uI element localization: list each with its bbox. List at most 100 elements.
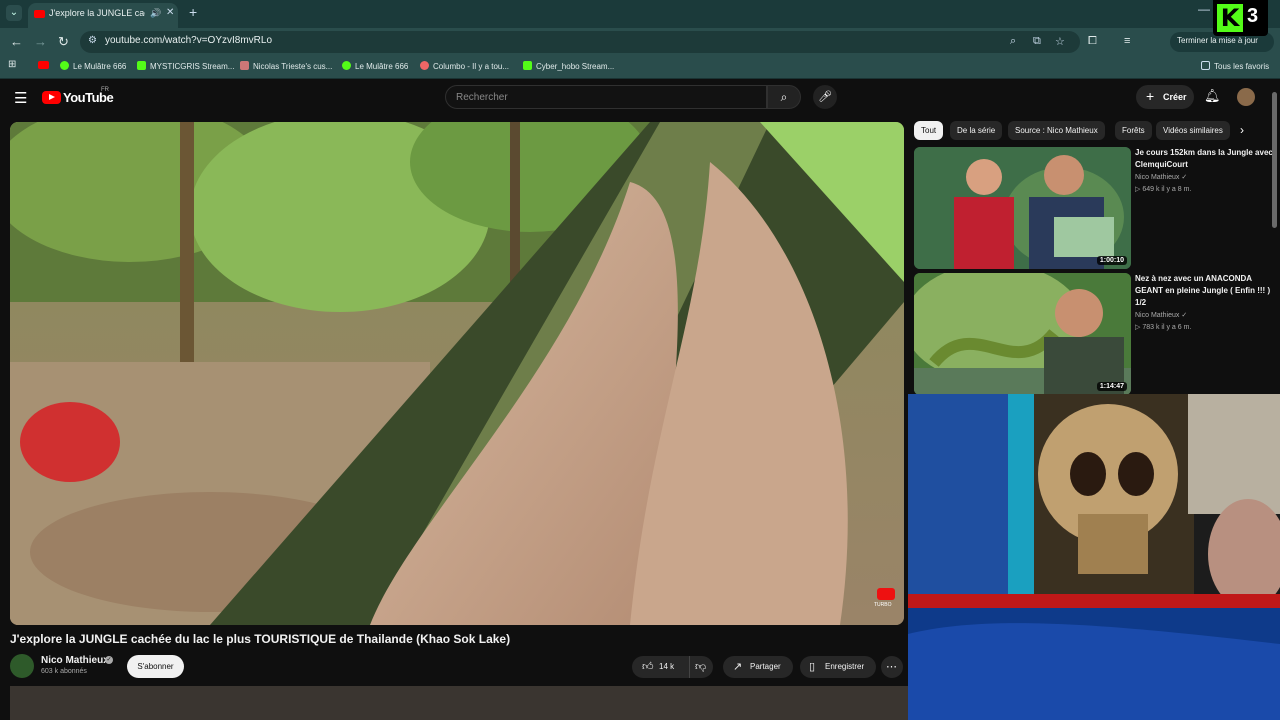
like-dislike-group: 👍︎ 14 k 👎︎ <box>632 656 713 678</box>
video-frame <box>10 122 904 625</box>
recommendation-thumbnail[interactable]: 1:00:10 <box>914 147 1131 269</box>
address-bar[interactable]: ⚙ youtube.com/watch?v=OYzvI8mvRLo ⌕ ⧉ ☆ <box>80 31 1080 53</box>
youtube-header: ☰ YouTube FR ⌕ 🎤︎ + Créer 🔔︎ <box>0 80 1280 116</box>
all-bookmarks[interactable]: Tous les favoris <box>1201 61 1269 71</box>
speaker-icon[interactable]: 🔊 <box>150 8 161 19</box>
bookmark-item[interactable]: Nicolas Trieste's cus... <box>240 61 332 71</box>
url-text[interactable]: youtube.com/watch?v=OYzvI8mvRLo <box>105 35 272 46</box>
share-button[interactable]: ↗ Partager <box>723 656 793 678</box>
share-label: Partager <box>750 662 781 671</box>
close-icon[interactable]: ✕ <box>166 7 174 18</box>
account-avatar[interactable] <box>1237 88 1255 106</box>
youtube-logo-icon[interactable] <box>42 91 61 104</box>
channel-watermark-icon[interactable] <box>877 588 895 600</box>
bookmark-item[interactable]: Columbo - Il y a tou... <box>420 61 509 71</box>
chip-source[interactable]: Source : Nico Mathieux <box>1008 121 1105 140</box>
bookmark-item[interactable]: Le Mulâtre 666 <box>60 61 126 71</box>
search-button[interactable]: ⌕ <box>767 85 801 109</box>
recommendation-thumbnail[interactable]: 1:14:47 <box>914 273 1131 395</box>
thumbnail-image <box>914 147 1131 269</box>
zoom-icon[interactable]: ⌕ <box>1010 35 1016 48</box>
kick-icon <box>137 61 146 70</box>
browser-toolbar: ← → ↻ ⚙ youtube.com/watch?v=OYzvI8mvRLo … <box>0 28 1280 76</box>
verified-check-icon: ✓ <box>105 656 113 664</box>
save-label: Enregistrer <box>825 662 865 671</box>
bookmark-item[interactable]: Le Mulâtre 666 <box>342 61 408 71</box>
recommendation-meta: ▷ 783 k il y a 6 m. <box>1135 323 1191 331</box>
subscribe-button[interactable]: S'abonner <box>127 655 184 678</box>
menu-icon[interactable]: ☰ <box>14 89 27 107</box>
like-count[interactable]: 14 k <box>659 662 674 671</box>
media-controls-icon[interactable]: ≡ <box>1124 35 1130 47</box>
chip-all[interactable]: Tout <box>914 121 944 140</box>
divider <box>689 656 690 678</box>
minimize-window-button[interactable]: — <box>1198 2 1210 16</box>
chevron-right-icon[interactable]: › <box>1240 123 1244 137</box>
recommendation-title[interactable]: Je cours 152km dans la Jungle avec Clemq… <box>1135 147 1275 171</box>
like-icon[interactable]: 👍︎ <box>642 660 654 673</box>
new-tab-button[interactable]: + <box>189 4 197 20</box>
browser-tabstrip: ⌄ J'explore la JUNGLE cachée 🔊 ✕ + — <box>0 0 1280 28</box>
all-bookmarks-label: Tous les favoris <box>1214 62 1270 71</box>
search-icon: ⌕ <box>780 90 788 104</box>
below-player-preview <box>10 686 908 720</box>
apps-grid-icon[interactable]: ⊞ <box>8 59 16 70</box>
recommendation-channel[interactable]: Nico Mathieux ✓ <box>1135 173 1187 181</box>
bookmark-item[interactable]: Cyber_hobo Stream... <box>523 61 614 71</box>
search-input[interactable] <box>446 86 766 108</box>
create-label: Créer <box>1163 92 1187 102</box>
channel-name[interactable]: Nico Mathieux <box>41 655 109 666</box>
recommendation-channel[interactable]: Nico Mathieux ✓ <box>1135 311 1187 319</box>
chip-forests[interactable]: Forêts <box>1115 121 1152 140</box>
folder-icon <box>1201 61 1210 70</box>
more-actions-button[interactable]: ⋯ <box>881 656 903 678</box>
notifications-bell-icon[interactable]: 🔔︎ <box>1204 88 1221 104</box>
bookmark-label: Cyber_hobo Stream... <box>536 62 615 71</box>
save-button[interactable]: ▯ Enregistrer <box>800 656 876 678</box>
verified-check-icon: ✓ <box>1181 312 1188 319</box>
chip-similar[interactable]: Vidéos similaires <box>1156 121 1230 140</box>
watermark-text: TURBO <box>874 602 892 608</box>
globe-icon <box>420 61 429 70</box>
tab-title: J'explore la JUNGLE cachée <box>49 8 145 18</box>
kick-icon <box>523 61 532 70</box>
search-box[interactable] <box>445 85 767 109</box>
browser-tab-active[interactable]: J'explore la JUNGLE cachée 🔊 ✕ <box>28 3 178 28</box>
chip-series[interactable]: De la série <box>950 121 1003 140</box>
webcam-overlay <box>908 394 1280 720</box>
bookmark-item[interactable]: MYSTICGRIS Stream... <box>137 61 234 71</box>
share-arrow-icon: ↗ <box>733 661 743 673</box>
dislike-icon[interactable]: 👎︎ <box>695 660 706 673</box>
webcam-image <box>908 394 1280 720</box>
channel-avatar[interactable] <box>10 654 34 678</box>
youtube-favicon-icon <box>34 10 45 18</box>
recommendation-meta: ▷ 649 k il y a 8 m. <box>1135 185 1191 193</box>
bookmark-label: Nicolas Trieste's cus... <box>253 62 333 71</box>
plus-icon: + <box>1146 88 1155 104</box>
back-arrow-icon[interactable]: ← <box>10 34 23 49</box>
voice-search-button[interactable]: 🎤︎ <box>813 85 837 109</box>
scrollbar[interactable] <box>1272 92 1277 228</box>
meta-label: 783 k il y a 6 m. <box>1142 324 1192 331</box>
bookmark-label: MYSTICGRIS Stream... <box>150 62 235 71</box>
more-dots-icon: ⋯ <box>886 661 897 673</box>
extensions-icon[interactable]: ⧠ <box>1088 35 1097 48</box>
forward-arrow-icon[interactable]: → <box>34 34 47 49</box>
subscriber-count: 603 k abonnés <box>41 668 87 675</box>
video-title: J'explore la JUNGLE cachée du lac le plu… <box>10 632 511 646</box>
channel-label: Nico Mathieux <box>1135 312 1180 319</box>
create-button[interactable]: + Créer <box>1136 85 1194 109</box>
recommendation-title[interactable]: Nez à nez avec un ANACONDA GEANT en plei… <box>1135 273 1275 309</box>
install-app-icon[interactable]: ⧉ <box>1033 35 1041 48</box>
country-code: FR <box>101 87 109 93</box>
kick-number: 3 <box>1247 5 1259 27</box>
reload-icon[interactable]: ↻ <box>58 34 69 50</box>
youtube-icon <box>38 61 49 69</box>
site-info-icon[interactable]: ⚙ <box>88 35 97 46</box>
bookmark-youtube[interactable] <box>38 61 53 70</box>
bookmark-label: Columbo - Il y a tou... <box>433 62 510 71</box>
tab-search-button[interactable]: ⌄ <box>6 5 22 21</box>
bookmark-star-icon[interactable]: ☆ <box>1055 35 1065 48</box>
video-player[interactable]: TURBO <box>10 122 904 625</box>
cat-icon <box>240 61 249 70</box>
